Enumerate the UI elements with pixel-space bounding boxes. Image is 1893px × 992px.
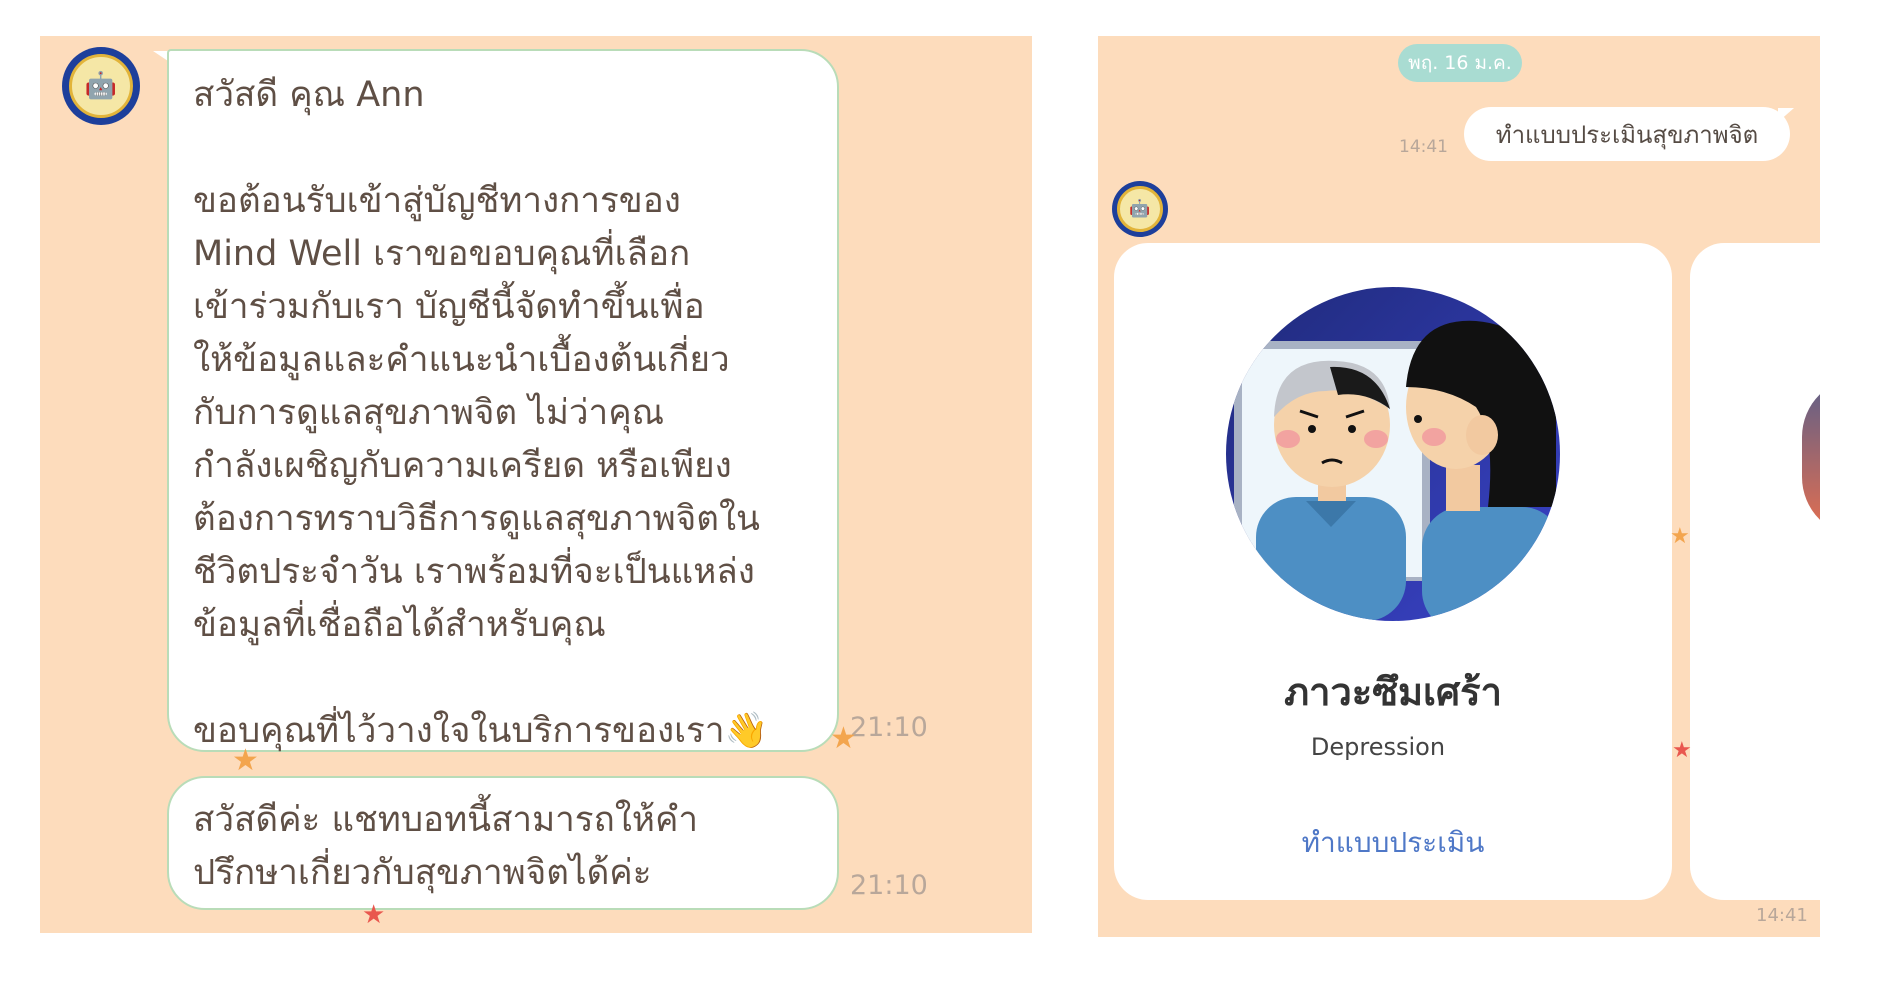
- left-chat-panel: 🤖 สวัสดี คุณ Ann ขอต้อนรับเข้าสู่บัญชีทา…: [40, 36, 1032, 933]
- star-decoration-icon: ★: [232, 743, 259, 778]
- welcome-message-bubble[interactable]: สวัสดี คุณ Ann ขอต้อนรับเข้าสู่บัญชีทางก…: [167, 49, 839, 752]
- message-timestamp: 14:41: [1399, 137, 1448, 157]
- star-decoration-icon: ★: [1672, 738, 1692, 763]
- assessment-card-next[interactable]: [1690, 243, 1820, 900]
- card-title: ภาวะซึมเศร้า: [1284, 670, 1502, 714]
- bot-avatar[interactable]: 🤖: [1112, 181, 1168, 237]
- robot-logo-icon: 🤖: [69, 54, 133, 118]
- message-timestamp: 14:41: [1756, 905, 1808, 926]
- card-illustration-partial: [1802, 377, 1820, 537]
- star-decoration-icon: ★: [830, 721, 857, 756]
- bot-avatar[interactable]: 🤖: [62, 47, 140, 125]
- message-timestamp: 21:10: [850, 712, 928, 743]
- card-subtitle: Depression: [1310, 733, 1446, 761]
- user-message-bubble[interactable]: ทำแบบประเมินสุขภาพจิต: [1464, 107, 1790, 161]
- star-decoration-icon: ★: [1670, 524, 1690, 549]
- bubble-tail: [1778, 108, 1794, 122]
- person-looking-in-mirror-illustration: [1226, 287, 1560, 621]
- message-timestamp: 21:10: [850, 870, 928, 901]
- greeting-message-bubble[interactable]: สวัสดีค่ะ แชทบอทนี้สามารถให้คำ ปรึกษาเกี…: [167, 776, 839, 910]
- take-assessment-button[interactable]: ทำแบบประเมิน: [1114, 821, 1672, 865]
- robot-logo-icon: 🤖: [1117, 186, 1163, 232]
- assessment-card-depression[interactable]: ภาวะซึมเศร้า Depression ทำแบบประเมิน: [1114, 243, 1672, 900]
- star-decoration-icon: ★: [362, 900, 386, 930]
- right-chat-panel: พฤ. 16 ม.ค. 14:41 ทำแบบประเมินสุขภาพจิต …: [1098, 36, 1820, 937]
- date-chip: พฤ. 16 ม.ค.: [1398, 44, 1522, 82]
